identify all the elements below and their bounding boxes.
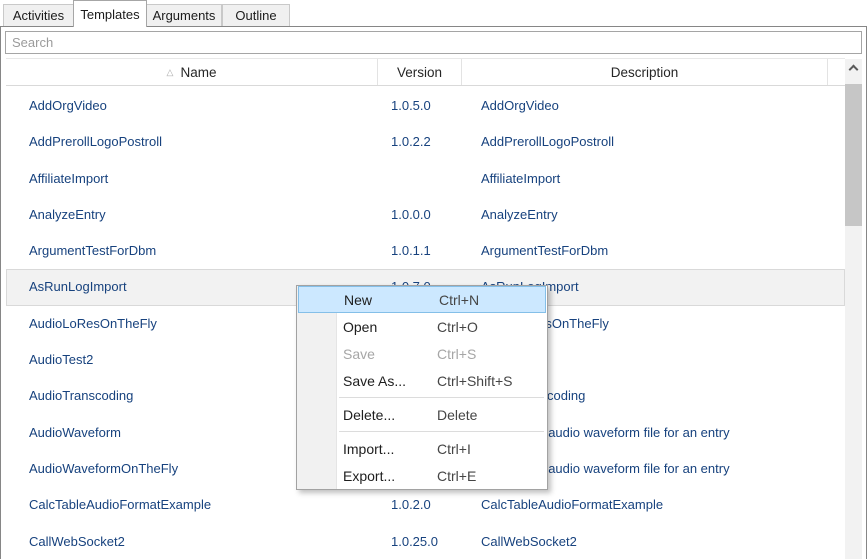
cell-version: 1.0.2.2: [379, 125, 463, 159]
menu-item-open[interactable]: Open Ctrl+O: [297, 313, 547, 340]
column-header-name-label: Name: [180, 65, 216, 80]
cell-description: CallWebSocket2: [463, 525, 844, 559]
menu-item-label: Save As...: [343, 373, 406, 389]
menu-item-label: Delete...: [343, 407, 395, 423]
search-input[interactable]: [5, 31, 862, 54]
menu-item-label: Open: [343, 319, 377, 335]
table-row[interactable]: CallWebSocket2 1.0.25.0 CallWebSocket2: [6, 524, 845, 559]
cell-name: AffiliateImport: [7, 162, 379, 196]
scroll-up-button[interactable]: [845, 59, 862, 76]
cell-name: CalcTableAudioFormatExample: [7, 488, 379, 522]
menu-item-shortcut: Ctrl+S: [437, 346, 476, 362]
menu-item-label: Import...: [343, 441, 394, 457]
menu-item-shortcut: Delete: [437, 407, 477, 423]
cell-description: ArgumentTestForDbm: [463, 234, 844, 268]
list-header: △ Name Version Description: [6, 58, 845, 86]
menu-item-new[interactable]: New Ctrl+N: [298, 286, 546, 313]
menu-separator: [339, 431, 544, 432]
table-row[interactable]: AnalyzeEntry 1.0.0.0 AnalyzeEntry: [6, 197, 845, 233]
tab-activities[interactable]: Activities: [3, 4, 74, 26]
menu-item-delete[interactable]: Delete... Delete: [297, 401, 547, 428]
column-header-description[interactable]: Description: [462, 59, 828, 85]
cell-name: AddOrgVideo: [7, 89, 379, 123]
tab-outline[interactable]: Outline: [222, 4, 290, 26]
menu-item-shortcut: Ctrl+Shift+S: [437, 373, 512, 389]
tab-bar: Activities Templates Arguments Outline: [0, 0, 868, 26]
cell-version: 1.0.25.0: [379, 525, 463, 559]
cell-name: AnalyzeEntry: [7, 198, 379, 232]
menu-item-import[interactable]: Import... Ctrl+I: [297, 435, 547, 462]
table-row[interactable]: ArgumentTestForDbm 1.0.1.1 ArgumentTestF…: [6, 233, 845, 269]
scrollbar-thumb[interactable]: [845, 84, 862, 226]
cell-name: AddPrerollLogoPostroll: [7, 125, 379, 159]
table-row[interactable]: AddPrerollLogoPostroll 1.0.2.2 AddPrerol…: [6, 124, 845, 160]
tab-arguments[interactable]: Arguments: [146, 4, 222, 26]
menu-item-shortcut: Ctrl+N: [439, 292, 479, 308]
chevron-up-icon: [849, 64, 859, 74]
sort-ascending-icon: △: [167, 67, 174, 78]
cell-version: 1.0.5.0: [379, 89, 463, 123]
table-row[interactable]: CalcTableAudioFormatExample 1.0.2.0 Calc…: [6, 487, 845, 523]
tab-templates[interactable]: Templates: [73, 0, 147, 27]
menu-item-label: Export...: [343, 468, 395, 484]
cell-description: AffiliateImport: [463, 162, 844, 196]
table-row[interactable]: AffiliateImport AffiliateImport: [6, 161, 845, 197]
cell-name: ArgumentTestForDbm: [7, 234, 379, 268]
cell-version: 1.0.2.0: [379, 488, 463, 522]
menu-separator: [339, 397, 544, 398]
cell-version: 1.0.0.0: [379, 198, 463, 232]
menu-item-label: New: [344, 292, 372, 308]
cell-version: 1.0.1.1: [379, 234, 463, 268]
column-header-description-label: Description: [611, 65, 679, 80]
cell-description: CalcTableAudioFormatExample: [463, 488, 844, 522]
table-row[interactable]: AddOrgVideo 1.0.5.0 AddOrgVideo: [6, 88, 845, 124]
cell-description: AnalyzeEntry: [463, 198, 844, 232]
menu-item-save-as[interactable]: Save As... Ctrl+Shift+S: [297, 367, 547, 394]
menu-item-save: Save Ctrl+S: [297, 340, 547, 367]
vertical-scrollbar[interactable]: [845, 59, 862, 559]
menu-item-export[interactable]: Export... Ctrl+E: [297, 462, 547, 489]
cell-version: [379, 162, 463, 196]
column-header-version-label: Version: [397, 65, 442, 80]
menu-item-shortcut: Ctrl+E: [437, 468, 476, 484]
cell-description: AddOrgVideo: [463, 89, 844, 123]
context-menu: New Ctrl+N Open Ctrl+O Save Ctrl+S Save …: [296, 285, 548, 490]
column-header-stub: [828, 59, 845, 85]
column-header-version[interactable]: Version: [378, 59, 462, 85]
cell-description: AddPrerollLogoPostroll: [463, 125, 844, 159]
menu-item-label: Save: [343, 346, 375, 362]
cell-name: CallWebSocket2: [7, 525, 379, 559]
menu-item-shortcut: Ctrl+O: [437, 319, 478, 335]
menu-item-shortcut: Ctrl+I: [437, 441, 471, 457]
column-header-name[interactable]: △ Name: [6, 59, 378, 85]
